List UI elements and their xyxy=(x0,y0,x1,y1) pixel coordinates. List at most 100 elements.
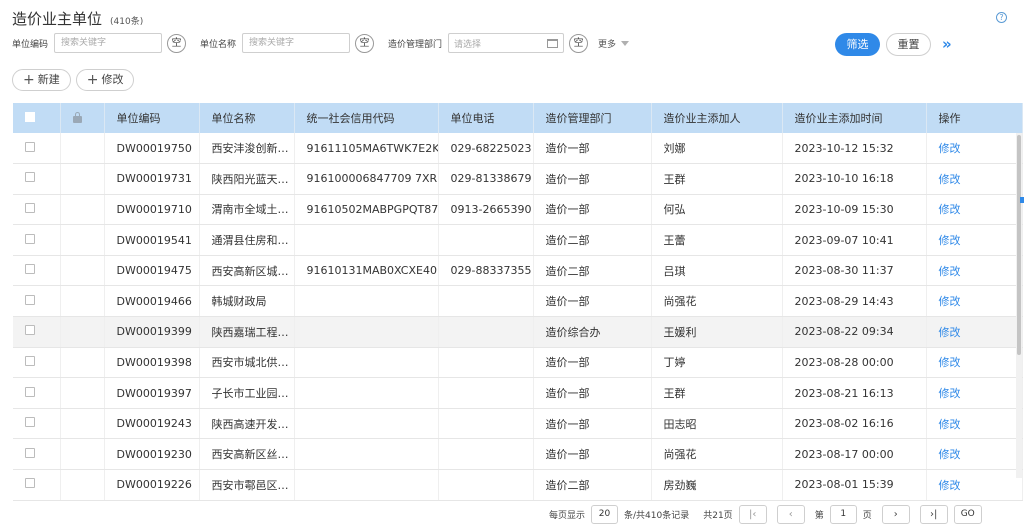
table-row[interactable]: DW00019710 渭南市全域土… 91610502MABPGPQT87 0913-… xyxy=(13,194,1023,226)
column-header[interactable]: 单位编码 xyxy=(104,103,200,133)
row-select-cell[interactable] xyxy=(13,316,61,348)
column-header[interactable]: 造价管理部门 xyxy=(533,103,652,133)
edit-button[interactable]: + 修改 xyxy=(75,69,135,91)
edit-link[interactable]: 修改 xyxy=(926,377,1023,409)
edit-link[interactable]: 修改 xyxy=(926,133,1023,165)
table-row[interactable]: DW00019397 子长市工业园… 造价一部 王群 2023-08-21 16:13 修… xyxy=(13,377,1023,409)
table-row[interactable]: DW00019243 陕西高速开发… 造价一部 田志昭 2023-08-02 16:16… xyxy=(13,408,1023,440)
row-select-cell[interactable] xyxy=(13,408,61,440)
last-page-button[interactable]: ›| xyxy=(919,505,948,524)
add-button[interactable]: + 新建 xyxy=(12,69,71,91)
name-search-input[interactable]: 搜索关键字 xyxy=(242,33,351,53)
edge-indicator xyxy=(1020,197,1024,203)
credit-code-cell: 91611105MA6TWK7E2K xyxy=(294,133,439,165)
lock-cell xyxy=(60,194,105,226)
row-select-cell[interactable] xyxy=(13,438,61,471)
dept-clear-button[interactable]: 空 xyxy=(569,33,589,53)
table-row[interactable]: DW00019750 西安沣浚创新… 91611105MA6TWK7E2K 029-6… xyxy=(13,133,1023,165)
next-page-button[interactable]: › xyxy=(881,505,910,524)
row-checkbox[interactable] xyxy=(25,447,35,458)
table-row[interactable]: DW00019230 西安高新区丝… 造价一部 尚强花 2023-08-17 00:00… xyxy=(13,438,1023,471)
go-button[interactable]: GO xyxy=(953,505,982,524)
dept-cell: 造价一部 xyxy=(533,408,652,440)
row-checkbox[interactable] xyxy=(25,172,35,183)
unit-code-cell: DW00019750 xyxy=(104,133,200,165)
edit-link[interactable]: 修改 xyxy=(926,438,1023,471)
code-clear-button[interactable]: 空 xyxy=(167,33,187,53)
lock-cell xyxy=(60,316,105,348)
edit-link[interactable]: 修改 xyxy=(926,285,1023,318)
row-select-cell[interactable] xyxy=(13,255,61,287)
edit-link[interactable]: 修改 xyxy=(926,194,1023,226)
row-select-cell[interactable] xyxy=(13,285,61,318)
row-select-cell[interactable] xyxy=(13,194,61,226)
row-checkbox[interactable] xyxy=(25,386,35,397)
adder-cell: 王蕾 xyxy=(651,224,783,256)
table-row[interactable]: DW00019226 西安市鄠邑区… 造价二部 房劲巍 2023-08-01 15:39… xyxy=(13,469,1023,501)
added-time-cell: 2023-08-02 16:16 xyxy=(782,408,927,440)
select-all-cell[interactable] xyxy=(13,103,61,133)
select-all-checkbox[interactable] xyxy=(25,111,35,122)
unit-name-cell: 西安沣浚创新… xyxy=(199,133,295,165)
column-header[interactable]: 单位电话 xyxy=(438,103,534,133)
dept-select[interactable]: 请选择 xyxy=(448,33,565,53)
prev-page-button[interactable]: ‹ xyxy=(776,505,805,524)
table-row[interactable]: DW00019466 韩城财政局 造价一部 尚强花 2023-08-29 14:43 修改 xyxy=(13,285,1023,318)
row-select-cell[interactable] xyxy=(13,133,61,165)
first-page-button[interactable]: |‹ xyxy=(738,505,767,524)
row-checkbox[interactable] xyxy=(25,478,35,489)
edit-link[interactable]: 修改 xyxy=(926,316,1023,348)
edit-link[interactable]: 修改 xyxy=(926,469,1023,501)
total-records-label: 条/共410条记录 xyxy=(624,511,690,521)
row-checkbox[interactable] xyxy=(25,233,35,244)
filter-button[interactable]: 筛选 xyxy=(835,33,880,56)
row-checkbox[interactable] xyxy=(25,202,35,213)
edit-button-label: 修改 xyxy=(101,73,124,86)
lock-icon xyxy=(72,111,82,123)
row-select-cell[interactable] xyxy=(13,347,61,379)
edit-link[interactable]: 修改 xyxy=(926,224,1023,256)
unit-name-cell: 渭南市全域土… xyxy=(199,194,295,226)
added-time-cell: 2023-10-10 16:18 xyxy=(782,163,927,195)
credit-code-cell xyxy=(294,347,439,379)
row-checkbox[interactable] xyxy=(25,294,35,305)
row-select-cell[interactable] xyxy=(13,163,61,195)
reset-button[interactable]: 重置 xyxy=(886,33,931,56)
code-search-input[interactable]: 搜索关键字 xyxy=(54,33,163,53)
row-select-cell[interactable] xyxy=(13,224,61,256)
double-chevron-right-icon[interactable]: » xyxy=(942,35,952,53)
row-checkbox[interactable] xyxy=(25,417,35,428)
edit-link[interactable]: 修改 xyxy=(926,163,1023,195)
column-header[interactable]: 造价业主添加时间 xyxy=(782,103,927,133)
page-number-input[interactable]: 1 xyxy=(829,505,857,524)
added-time-cell: 2023-08-01 15:39 xyxy=(782,469,927,501)
table-row[interactable]: DW00019731 陕西阳光蓝天… 916100006847709 7XR 029-… xyxy=(13,163,1023,195)
row-select-cell[interactable] xyxy=(13,377,61,409)
edit-link[interactable]: 修改 xyxy=(926,347,1023,379)
edit-link[interactable]: 修改 xyxy=(926,408,1023,440)
column-header[interactable]: 造价业主添加人 xyxy=(651,103,783,133)
dept-cell: 造价一部 xyxy=(533,194,652,226)
dept-cell: 造价一部 xyxy=(533,163,652,195)
row-checkbox[interactable] xyxy=(25,355,35,366)
added-time-cell: 2023-08-21 16:13 xyxy=(782,377,927,409)
row-checkbox[interactable] xyxy=(25,325,35,336)
row-select-cell[interactable] xyxy=(13,469,61,501)
column-header[interactable]: 统一社会信用代码 xyxy=(294,103,439,133)
row-checkbox[interactable] xyxy=(25,264,35,275)
column-header[interactable]: 单位名称 xyxy=(199,103,295,133)
question-circle-icon[interactable]: ? xyxy=(996,12,1007,23)
added-time-cell: 2023-10-09 15:30 xyxy=(782,194,927,226)
edit-link[interactable]: 修改 xyxy=(926,255,1023,287)
name-clear-button[interactable]: 空 xyxy=(355,33,375,53)
table-row[interactable]: DW00019475 西安高新区城… 91610131MAB0XCXE40 029-8… xyxy=(13,255,1023,287)
table-row[interactable]: DW00019541 通渭县住房和… 造价二部 王蕾 2023-09-07 10:41 修… xyxy=(13,224,1023,256)
table-row[interactable]: DW00019399 陕西嘉瑞工程… 造价综合办 王媛利 2023-08-22 09:3… xyxy=(13,316,1023,348)
per-page-input[interactable]: 20 xyxy=(591,505,619,524)
dept-cell: 造价一部 xyxy=(533,377,652,409)
scrollbar-thumb[interactable] xyxy=(1017,135,1021,355)
table-row[interactable]: DW00019398 西安市城北供… 造价一部 丁婷 2023-08-28 00:00 修… xyxy=(13,347,1023,379)
credit-code-cell xyxy=(294,316,439,348)
more-filters-toggle[interactable]: 更多 xyxy=(598,37,630,50)
row-checkbox[interactable] xyxy=(25,141,35,152)
